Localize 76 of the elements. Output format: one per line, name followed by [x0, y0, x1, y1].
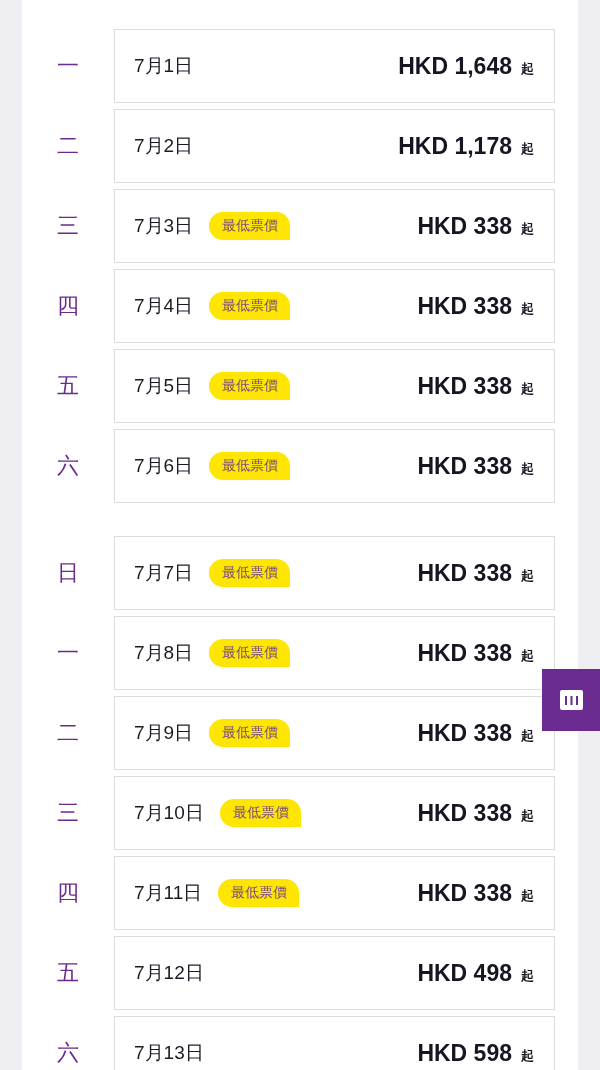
- date-card[interactable]: 7月7日 最低票價 HKD 338 起: [114, 536, 555, 610]
- lowest-fare-badge: 最低票價: [209, 212, 291, 240]
- weekday-label: 五: [56, 372, 80, 400]
- weekday-label: 二: [56, 132, 80, 160]
- date-label: 7月9日: [134, 721, 194, 745]
- from-label: 起: [521, 807, 534, 825]
- weekday-label: 一: [56, 639, 80, 667]
- price-label: HKD 598: [417, 1039, 512, 1067]
- lowest-fare-badge: 最低票價: [209, 372, 291, 400]
- date-label: 7月10日: [134, 801, 204, 825]
- date-card[interactable]: 7月1日 HKD 1,648 起: [114, 29, 555, 103]
- date-label: 7月2日: [134, 134, 194, 158]
- date-label: 7月8日: [134, 641, 194, 665]
- weekday-label: 六: [56, 452, 80, 480]
- lowest-fare-badge: 最低票價: [209, 639, 291, 667]
- price-label: HKD 338: [417, 639, 512, 667]
- from-label: 起: [521, 220, 534, 238]
- date-card[interactable]: 7月8日 最低票價 HKD 338 起: [114, 616, 555, 690]
- price-label: HKD 338: [417, 799, 512, 827]
- price-label: HKD 338: [417, 212, 512, 240]
- weekday-label: 三: [56, 212, 80, 240]
- date-label: 7月4日: [134, 294, 194, 318]
- weekday-label: 三: [56, 799, 80, 827]
- weekday-label: 四: [56, 292, 80, 320]
- from-label: 起: [521, 887, 534, 905]
- weekday-label: 五: [56, 959, 80, 987]
- price-label: HKD 1,178: [398, 132, 512, 160]
- date-label: 7月3日: [134, 214, 194, 238]
- from-label: 起: [521, 300, 534, 318]
- date-card[interactable]: 7月6日 最低票價 HKD 338 起: [114, 429, 555, 503]
- price-label: HKD 498: [417, 959, 512, 987]
- from-label: 起: [521, 567, 534, 585]
- date-card[interactable]: 7月9日 最低票價 HKD 338 起: [114, 696, 555, 770]
- price-label: HKD 338: [417, 292, 512, 320]
- price-label: HKD 338: [417, 452, 512, 480]
- weekday-label: 一: [56, 52, 80, 80]
- price-label: HKD 338: [417, 372, 512, 400]
- date-card[interactable]: 7月10日 最低票價 HKD 338 起: [114, 776, 555, 850]
- from-label: 起: [521, 380, 534, 398]
- price-label: HKD 1,648: [398, 52, 512, 80]
- date-card[interactable]: 7月3日 最低票價 HKD 338 起: [114, 189, 555, 263]
- date-label: 7月5日: [134, 374, 194, 398]
- date-card[interactable]: 7月13日 HKD 598 起: [114, 1016, 555, 1070]
- lowest-fare-badge: 最低票價: [219, 799, 301, 827]
- weekday-label: 日: [56, 559, 80, 587]
- calendar-button[interactable]: [542, 669, 600, 731]
- date-label: 7月7日: [134, 561, 194, 585]
- lowest-fare-badge: 最低票價: [218, 879, 300, 907]
- weekday-label: 六: [56, 1039, 80, 1067]
- price-label: HKD 338: [417, 879, 512, 907]
- from-label: 起: [521, 967, 534, 985]
- date-card[interactable]: 7月12日 HKD 498 起: [114, 936, 555, 1010]
- date-card[interactable]: 7月4日 最低票價 HKD 338 起: [114, 269, 555, 343]
- from-label: 起: [521, 647, 534, 665]
- date-label: 7月1日: [134, 54, 194, 78]
- from-label: 起: [521, 460, 534, 478]
- price-label: HKD 338: [417, 719, 512, 747]
- date-label: 7月12日: [134, 961, 204, 985]
- date-card[interactable]: 7月5日 最低票價 HKD 338 起: [114, 349, 555, 423]
- date-card[interactable]: 7月2日 HKD 1,178 起: [114, 109, 555, 183]
- weekday-label: 四: [56, 879, 80, 907]
- from-label: 起: [521, 727, 534, 745]
- calendar-icon: [559, 690, 583, 710]
- lowest-fare-badge: 最低票價: [209, 559, 291, 587]
- price-label: HKD 338: [417, 559, 512, 587]
- from-label: 起: [521, 60, 534, 78]
- lowest-fare-badge: 最低票價: [209, 452, 291, 480]
- lowest-fare-badge: 最低票價: [209, 719, 291, 747]
- from-label: 起: [521, 140, 534, 158]
- lowest-fare-badge: 最低票價: [209, 292, 291, 320]
- from-label: 起: [521, 1047, 534, 1065]
- date-card[interactable]: 7月11日 最低票價 HKD 338 起: [114, 856, 555, 930]
- date-label: 7月11日: [134, 881, 203, 905]
- weekday-label: 二: [56, 719, 80, 747]
- date-label: 7月6日: [134, 454, 194, 478]
- date-label: 7月13日: [134, 1041, 204, 1065]
